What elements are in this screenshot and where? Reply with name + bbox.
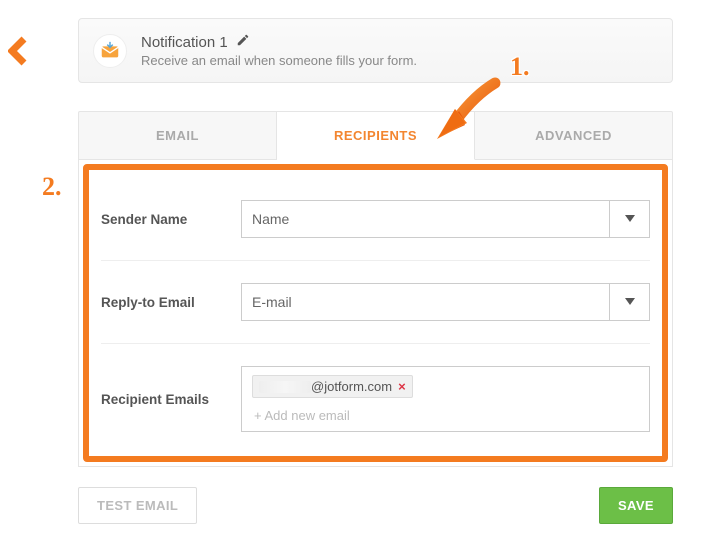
annotation-two: 2. — [42, 172, 62, 202]
notification-subtitle: Receive an email when someone fills your… — [141, 53, 417, 68]
remove-email-icon[interactable]: × — [398, 379, 406, 394]
sender-name-select[interactable]: Name — [241, 200, 650, 238]
field-recipient-emails: Recipient Emails @jotform.com × + Add ne… — [101, 344, 650, 440]
notification-title: Notification 1 — [141, 34, 228, 51]
tab-email[interactable]: EMAIL — [79, 112, 277, 159]
edit-title-icon[interactable] — [236, 33, 250, 51]
reply-to-select[interactable]: E-mail — [241, 283, 650, 321]
notification-header: Notification 1 Receive an email when som… — [78, 18, 673, 83]
tab-recipients[interactable]: RECIPIENTS — [277, 112, 475, 160]
redacted-text — [259, 381, 311, 393]
reply-to-value: E-mail — [252, 294, 292, 310]
sender-name-value: Name — [252, 211, 289, 227]
tab-advanced[interactable]: ADVANCED — [475, 112, 672, 159]
settings-container: Notification 1 Receive an email when som… — [78, 0, 673, 524]
recipients-panel: Sender Name Name Reply-to Email E-mail — [78, 160, 673, 467]
back-button[interactable] — [8, 36, 30, 69]
chevron-down-icon — [609, 284, 649, 320]
email-chip: @jotform.com × — [252, 375, 413, 398]
field-reply-to: Reply-to Email E-mail — [101, 261, 650, 344]
sender-name-label: Sender Name — [101, 212, 241, 227]
highlighted-region: Sender Name Name Reply-to Email E-mail — [83, 164, 668, 462]
field-sender-name: Sender Name Name — [101, 178, 650, 261]
mail-icon — [93, 34, 127, 68]
chevron-down-icon — [609, 201, 649, 237]
tabs: EMAIL RECIPIENTS ADVANCED — [78, 111, 673, 160]
recipient-emails-label: Recipient Emails — [101, 392, 241, 407]
footer: TEST EMAIL SAVE — [78, 487, 673, 524]
save-button[interactable]: SAVE — [599, 487, 673, 524]
reply-to-label: Reply-to Email — [101, 295, 241, 310]
recipient-emails-input[interactable]: @jotform.com × + Add new email — [241, 366, 650, 432]
test-email-button[interactable]: TEST EMAIL — [78, 487, 197, 524]
email-chip-text: @jotform.com — [311, 379, 392, 394]
add-email-button[interactable]: + Add new email — [252, 398, 639, 427]
